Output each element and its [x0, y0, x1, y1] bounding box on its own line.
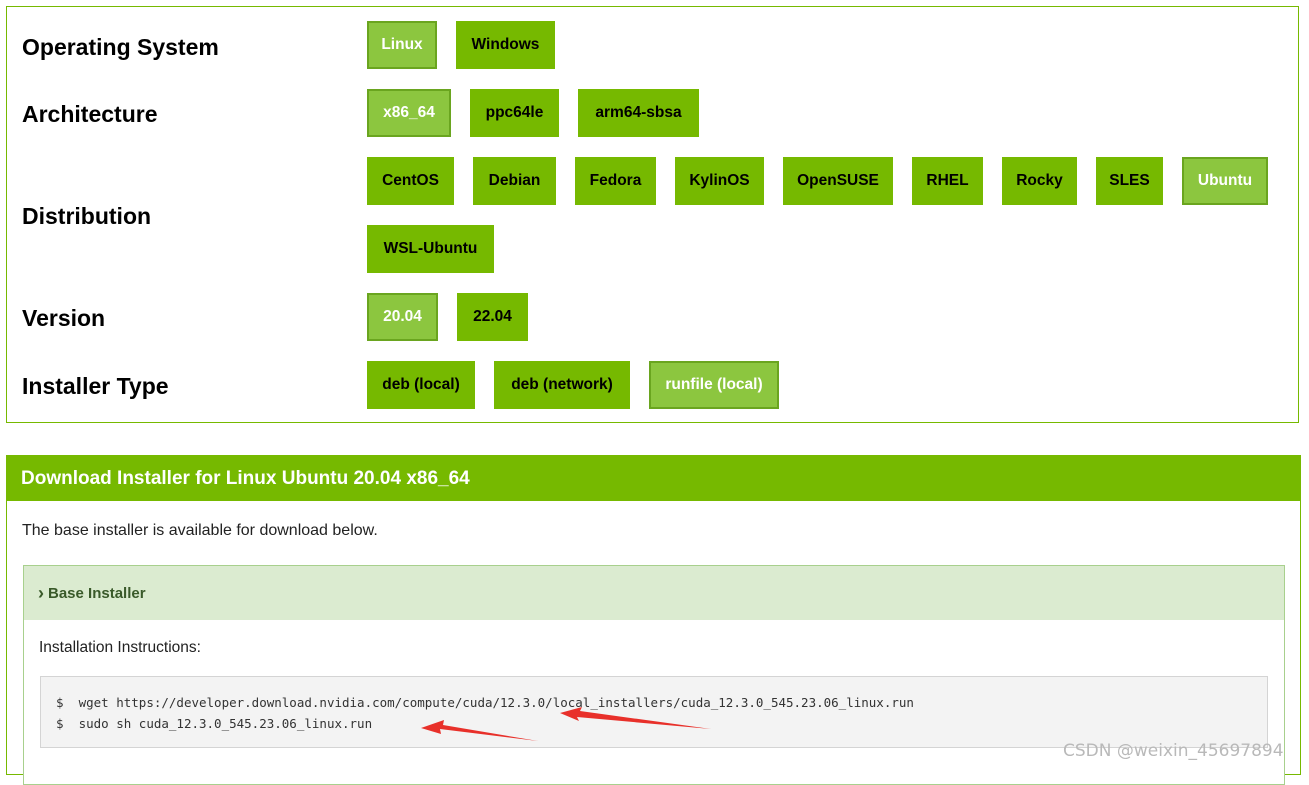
arch-option-x86_64[interactable]: x86_64	[367, 89, 451, 137]
distro-option-wsl-ubuntu[interactable]: WSL-Ubuntu	[367, 225, 494, 273]
arch-label: Architecture	[22, 101, 158, 127]
distro-option-kylinos[interactable]: KylinOS	[675, 157, 764, 205]
command-block[interactable]: $ wget https://developer.download.nvidia…	[40, 676, 1268, 748]
installer-option-deb-local[interactable]: deb (local)	[367, 361, 475, 409]
distro-option-fedora[interactable]: Fedora	[575, 157, 656, 205]
download-description: The base installer is available for down…	[22, 522, 378, 539]
distro-option-sles[interactable]: SLES	[1096, 157, 1163, 205]
version-option-20-04[interactable]: 20.04	[367, 293, 438, 341]
command-line: $ wget https://developer.download.nvidia…	[56, 695, 914, 710]
command-text: wget https://developer.download.nvidia.c…	[78, 695, 914, 710]
version-option-22-04[interactable]: 22.04	[457, 293, 528, 341]
command-line: $ sudo sh cuda_12.3.0_545.23.06_linux.ru…	[56, 716, 372, 731]
version-label: Version	[22, 305, 106, 331]
os-label: Operating System	[22, 34, 219, 60]
chevron-right-icon: ›	[38, 582, 44, 603]
distro-label: Distribution	[22, 203, 152, 229]
download-header: Download Installer for Linux Ubuntu 20.0…	[7, 456, 1300, 501]
base-installer-title: Base Installer	[48, 584, 146, 602]
shell-prompt: $	[56, 716, 64, 731]
os-option-windows[interactable]: Windows	[456, 21, 555, 69]
os-option-linux[interactable]: Linux	[367, 21, 437, 69]
distro-option-rhel[interactable]: RHEL	[912, 157, 983, 205]
distro-option-rocky[interactable]: Rocky	[1002, 157, 1077, 205]
arch-option-ppc64le[interactable]: ppc64le	[470, 89, 559, 137]
distro-option-ubuntu[interactable]: Ubuntu	[1182, 157, 1268, 205]
watermark: CSDN @weixin_45697894	[1063, 741, 1284, 761]
installation-instructions-label: Installation Instructions:	[39, 639, 201, 656]
arch-option-arm64-sbsa[interactable]: arm64-sbsa	[578, 89, 699, 137]
download-panel: Download Installer for Linux Ubuntu 20.0…	[6, 455, 1301, 785]
shell-prompt: $	[56, 695, 64, 710]
distro-option-opensuse[interactable]: OpenSUSE	[783, 157, 893, 205]
command-text: sudo sh cuda_12.3.0_545.23.06_linux.run	[78, 716, 373, 731]
installer-selector-panel: Operating System Linux Windows Architect…	[6, 6, 1299, 423]
installer-option-deb-network[interactable]: deb (network)	[494, 361, 630, 409]
distro-option-centos[interactable]: CentOS	[367, 157, 454, 205]
base-installer-toggle[interactable]: › Base Installer	[24, 566, 1284, 620]
distro-option-debian[interactable]: Debian	[473, 157, 556, 205]
installer-type-label: Installer Type	[22, 373, 169, 399]
installer-option-runfile-local[interactable]: runfile (local)	[649, 361, 779, 409]
